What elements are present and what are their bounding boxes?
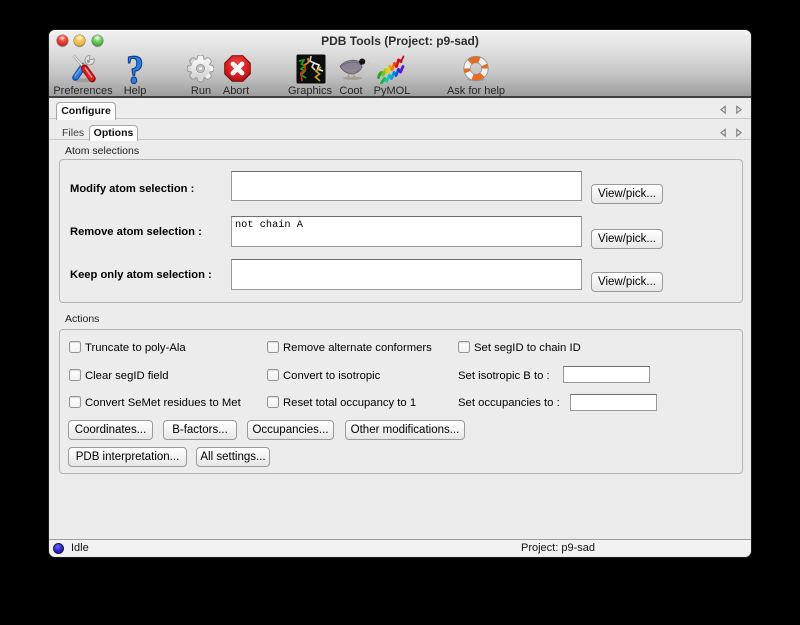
svg-text:?: ? — [126, 52, 144, 86]
